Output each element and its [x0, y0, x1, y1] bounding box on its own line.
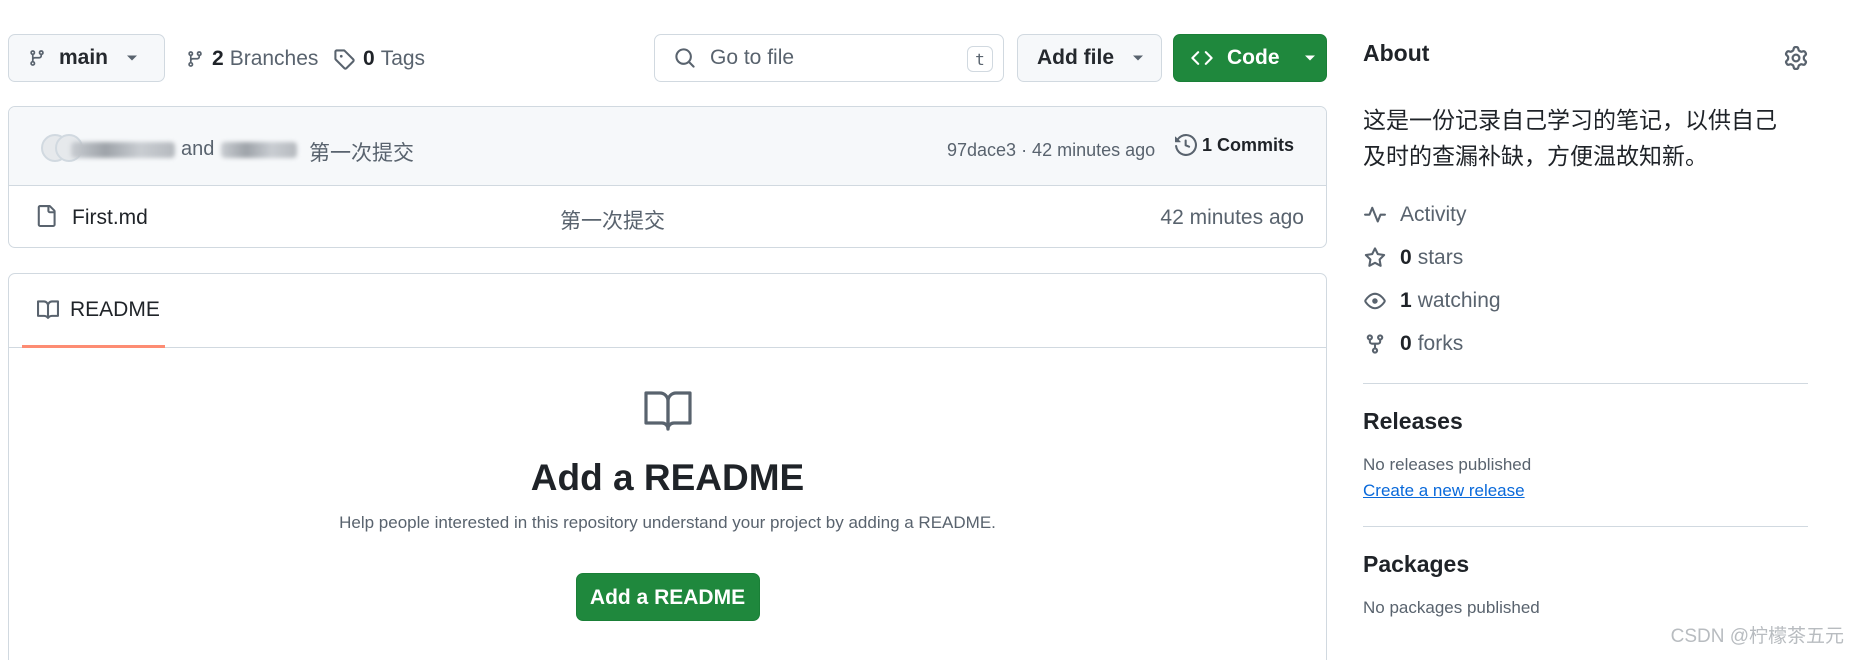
- code-icon: [1191, 47, 1213, 69]
- create-release-link[interactable]: Create a new release: [1363, 481, 1808, 501]
- stars-count: 0: [1400, 245, 1412, 269]
- activity-label: Activity: [1400, 202, 1467, 226]
- readme-empty-state: Add a README Help people interested in t…: [9, 349, 1326, 621]
- redacted-author-name: [71, 142, 175, 158]
- forks-label: forks: [1417, 331, 1464, 355]
- table-row: First.md 第一次提交 42 minutes ago: [9, 186, 1326, 247]
- readme-empty-title: Add a README: [530, 457, 805, 498]
- repo-stats: Activity 0 stars 1 watching 0 forks: [1363, 193, 1808, 365]
- eye-icon: [1363, 290, 1400, 312]
- shortcut-key-hint: t: [967, 46, 993, 72]
- branches-link[interactable]: 2 Branches: [186, 44, 318, 74]
- about-title: About: [1363, 40, 1430, 66]
- file-name-link[interactable]: First.md: [72, 206, 148, 230]
- forks-link[interactable]: 0 forks: [1363, 322, 1808, 365]
- activity-link[interactable]: Activity: [1363, 193, 1808, 236]
- star-icon: [1363, 246, 1400, 269]
- pulse-icon: [1363, 204, 1400, 226]
- book-icon: [36, 299, 60, 321]
- packages-title[interactable]: Packages: [1363, 551, 1808, 578]
- about-header: About: [1363, 40, 1808, 80]
- tab-readme[interactable]: README: [22, 274, 165, 348]
- file-commit-message[interactable]: 第一次提交: [560, 205, 665, 235]
- tag-icon: [333, 48, 355, 70]
- code-label: Code: [1227, 46, 1280, 69]
- forks-count: 0: [1400, 331, 1412, 355]
- branch-icon: [186, 49, 204, 69]
- readme-panel: README Add a README Help people interest…: [8, 273, 1327, 660]
- commit-and-text: and: [181, 138, 215, 160]
- readme-empty-description: Help people interested in this repositor…: [339, 513, 996, 532]
- search-icon: [674, 47, 696, 69]
- chevron-down-icon: [126, 54, 138, 62]
- file-commit-age: 42 minutes ago: [1160, 206, 1304, 229]
- commits-label: 1 Commits: [1202, 134, 1295, 155]
- add-file-button[interactable]: Add file: [1017, 34, 1162, 82]
- go-to-file-placeholder: Go to file: [710, 46, 795, 69]
- tags-link[interactable]: 0 Tags: [333, 44, 425, 74]
- file-icon: [35, 203, 57, 229]
- latest-commit-row: and 第一次提交 97dace3 · 42 minutes ago 1 Com…: [9, 107, 1326, 186]
- file-list: and 第一次提交 97dace3 · 42 minutes ago 1 Com…: [8, 106, 1327, 248]
- tags-count: 0: [363, 47, 375, 70]
- gear-icon[interactable]: [1784, 46, 1808, 70]
- code-button[interactable]: Code: [1173, 34, 1327, 82]
- section-divider: [1363, 526, 1808, 527]
- book-icon: [643, 389, 693, 433]
- fork-icon: [1363, 333, 1400, 355]
- chevron-down-icon: [1132, 54, 1144, 62]
- commit-hash-time[interactable]: 97dace3 · 42 minutes ago: [947, 140, 1155, 161]
- add-readme-button[interactable]: Add a README: [575, 573, 760, 621]
- go-to-file-input[interactable]: Go to file t: [654, 34, 1004, 82]
- watchers-link[interactable]: 1 watching: [1363, 279, 1808, 322]
- packages-empty-text: No packages published: [1363, 598, 1540, 617]
- stars-label: stars: [1417, 245, 1464, 269]
- about-description: 这是一份记录自己学习的笔记，以供自己及时的查漏补缺，方便温故知新。: [1363, 107, 1777, 169]
- stars-link[interactable]: 0 stars: [1363, 236, 1808, 279]
- branch-icon: [28, 48, 46, 68]
- branch-select-button[interactable]: main: [8, 34, 165, 82]
- readme-tabbar: README: [9, 274, 1326, 348]
- add-file-label: Add file: [1037, 46, 1114, 69]
- redacted-author-name: [221, 142, 297, 158]
- releases-title[interactable]: Releases: [1363, 408, 1808, 435]
- commit-message[interactable]: 第一次提交: [309, 137, 414, 167]
- chevron-down-icon: [1304, 54, 1316, 62]
- section-divider: [1363, 383, 1808, 384]
- history-icon: [1175, 134, 1197, 156]
- watching-label: watching: [1417, 288, 1501, 312]
- branch-name: main: [59, 46, 109, 69]
- watermark: CSDN @柠檬茶五元: [1670, 626, 1844, 647]
- releases-empty-text: No releases published: [1363, 455, 1532, 474]
- branches-count: 2: [212, 47, 224, 70]
- repo-sidebar: About 这是一份记录自己学习的笔记，以供自己及时的查漏补缺，方便温故知新。 …: [1363, 40, 1808, 618]
- readme-tab-label: README: [70, 297, 160, 321]
- commits-link[interactable]: 1 Commits: [1175, 134, 1294, 156]
- branches-label: Branches: [229, 47, 319, 70]
- watching-count: 1: [1400, 288, 1412, 312]
- tags-label: Tags: [380, 47, 426, 70]
